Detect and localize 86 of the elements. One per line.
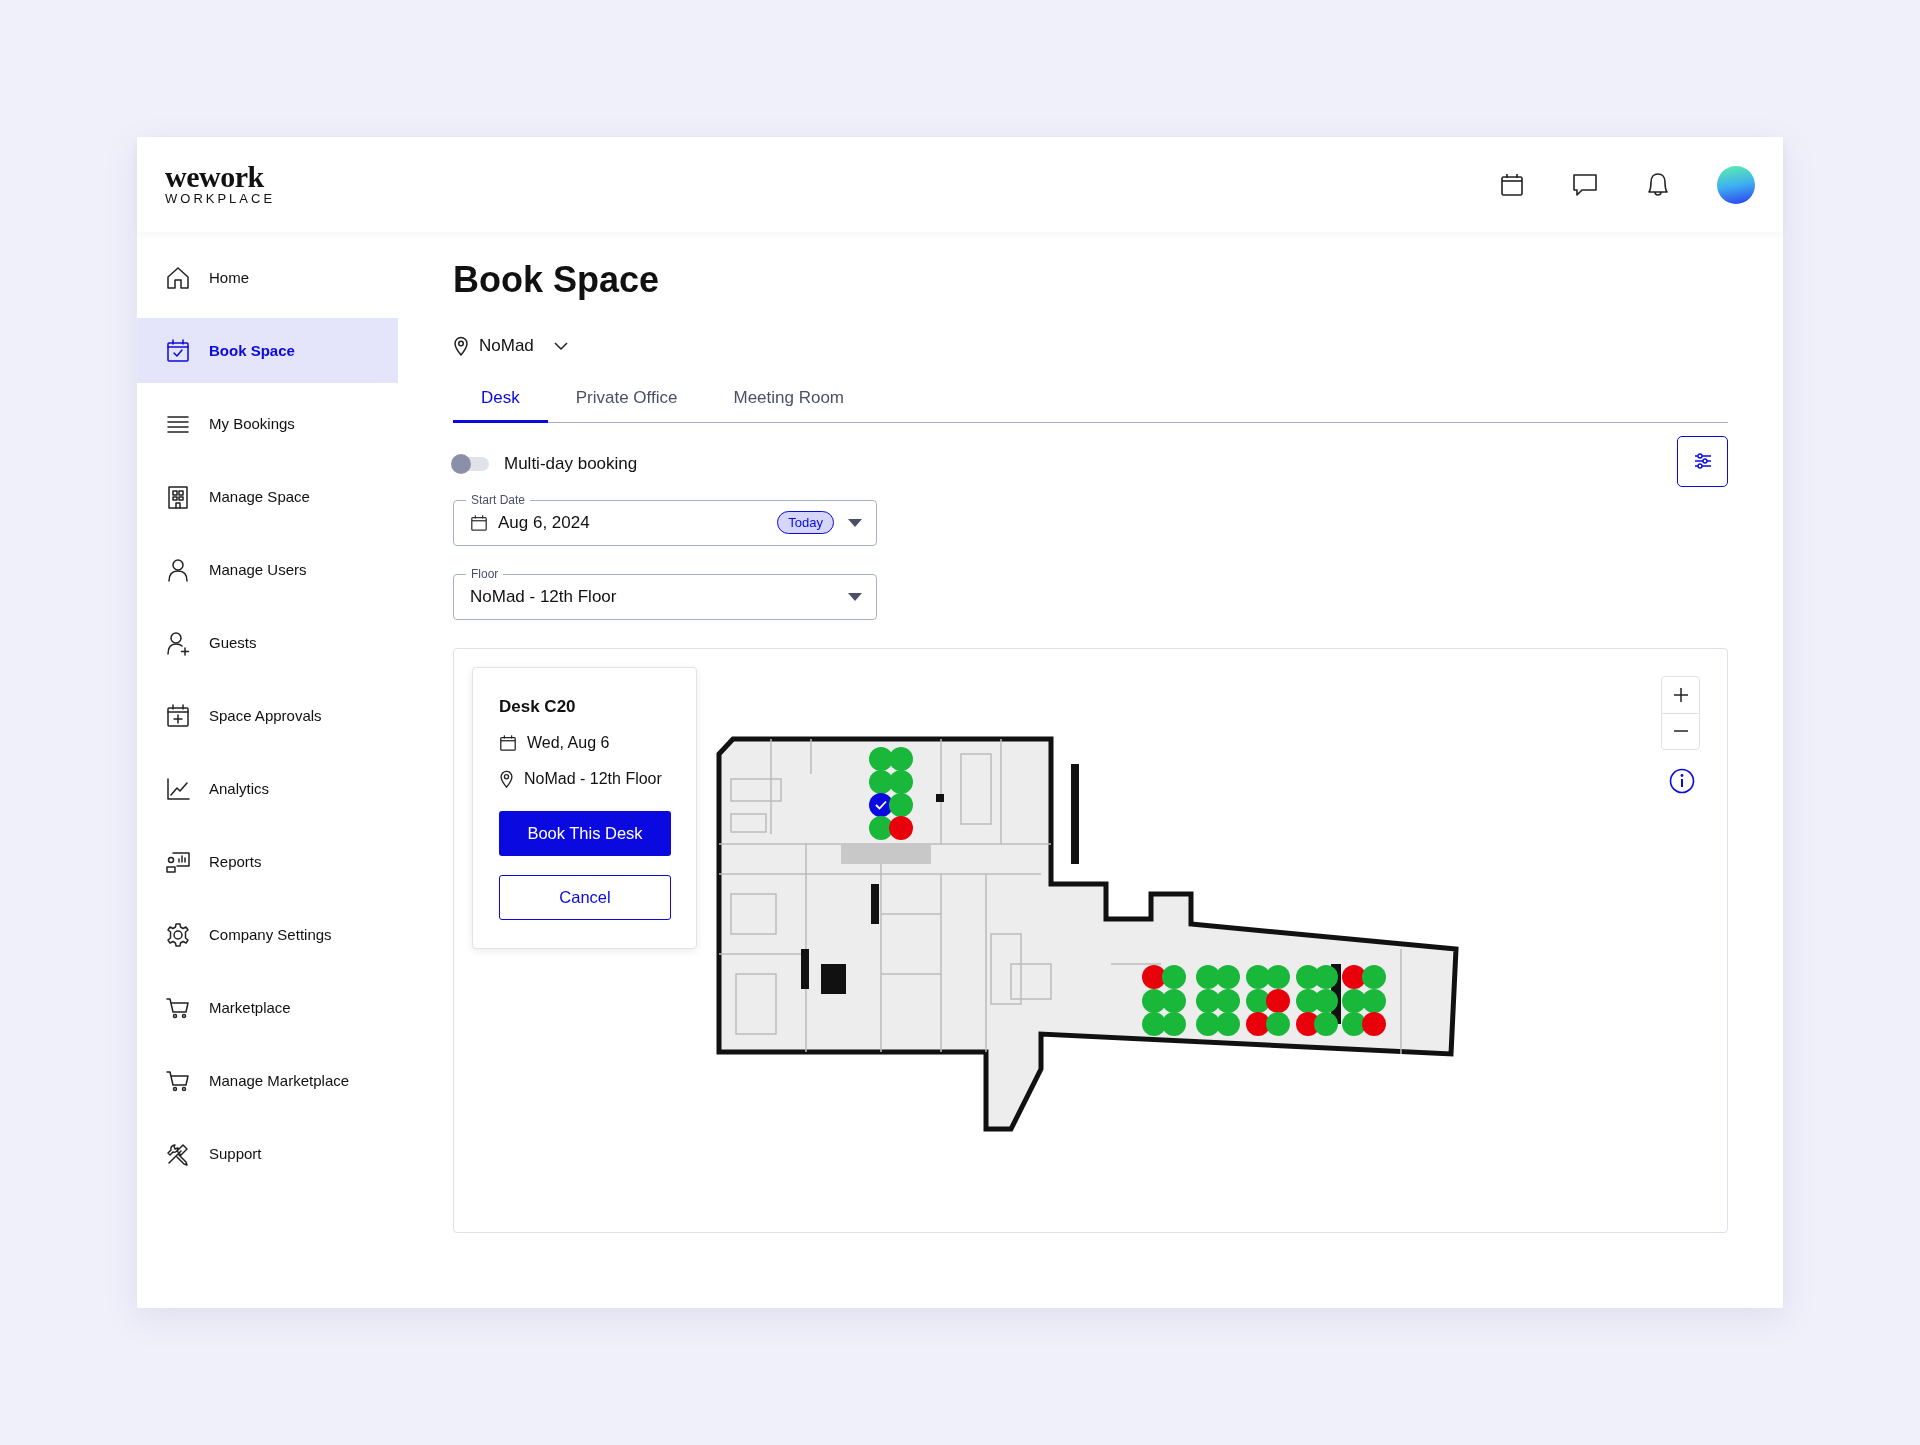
desk-marker[interactable] [1216, 964, 1240, 989]
desk-marker[interactable] [1266, 1011, 1290, 1036]
desk-marker[interactable] [1314, 988, 1338, 1013]
desk-marker[interactable] [1216, 988, 1240, 1013]
sidebar-item[interactable]: Manage Users [137, 537, 398, 602]
desk-marker[interactable] [1342, 988, 1366, 1013]
desk-marker[interactable] [1196, 964, 1220, 989]
line-chart-icon [165, 775, 191, 802]
avatar[interactable] [1717, 165, 1755, 204]
desk-marker[interactable] [1314, 1011, 1338, 1036]
book-desk-button[interactable]: Book This Desk [499, 810, 671, 856]
minus-icon [1672, 730, 1689, 732]
cancel-button[interactable]: Cancel [499, 874, 671, 920]
chevron-down-icon [553, 341, 568, 351]
sliders-icon [1693, 453, 1712, 469]
desk-marker[interactable] [1142, 1011, 1166, 1036]
desk-marker[interactable] [1162, 988, 1186, 1013]
booking-date: Wed, Aug 6 [527, 732, 610, 753]
logo-wordmark: wework [165, 162, 265, 191]
desk-marker[interactable] [1246, 1011, 1270, 1036]
sidebar-item[interactable]: Reports [137, 829, 398, 894]
sidebar-item[interactable]: Home [137, 245, 398, 310]
settings-icon [165, 921, 191, 948]
desk-marker[interactable] [1342, 1011, 1366, 1036]
today-badge: Today [777, 511, 834, 534]
location-pin-icon [499, 769, 514, 788]
calendar-icon [470, 513, 488, 532]
desk-marker[interactable] [889, 792, 913, 817]
sidebar-item[interactable]: Support [137, 1121, 398, 1186]
sidebar-item[interactable]: Manage Space [137, 464, 398, 529]
calendar-check-icon [165, 337, 191, 364]
location-dropdown[interactable]: NoMad [453, 334, 568, 358]
info-icon[interactable] [1669, 767, 1695, 794]
sidebar-item[interactable]: Space Approvals [137, 683, 398, 748]
desk-marker[interactable] [1216, 1011, 1240, 1036]
tab[interactable]: Desk [453, 378, 548, 423]
toggle-switch[interactable] [453, 456, 489, 471]
desk-marker[interactable] [889, 769, 913, 794]
sidebar-item[interactable]: Analytics [137, 756, 398, 821]
desk-marker[interactable] [1246, 964, 1270, 989]
dropdown-caret-icon [848, 518, 862, 527]
desk-name: Desk C20 [499, 695, 577, 718]
desk-marker[interactable] [869, 746, 893, 771]
desk-marker[interactable] [889, 815, 913, 840]
desk-marker[interactable] [1342, 964, 1366, 989]
toggle-label: Multi-day booking [504, 453, 638, 474]
sidebar-item[interactable]: Manage Marketplace [137, 1048, 398, 1113]
filter-button[interactable] [1677, 435, 1728, 487]
desk-marker[interactable] [1162, 964, 1186, 989]
desk-marker[interactable] [869, 769, 893, 794]
calendar-plus-icon [165, 702, 191, 729]
plus-icon [1672, 686, 1689, 703]
desk-marker[interactable] [1142, 964, 1166, 989]
chat-icon[interactable] [1571, 171, 1599, 198]
desk-marker[interactable] [869, 815, 893, 840]
calendar-icon [499, 733, 517, 752]
notification-bell-icon[interactable] [1645, 170, 1671, 199]
location-pin-icon [453, 336, 469, 356]
home-icon [165, 264, 191, 291]
desk-marker[interactable] [1246, 988, 1270, 1013]
tab[interactable]: Meeting Room [705, 378, 873, 423]
desk-marker[interactable] [889, 746, 913, 771]
sidebar-item[interactable]: Book Space [137, 318, 398, 383]
sidebar-item[interactable]: Company Settings [137, 902, 398, 967]
desk-marker[interactable] [1314, 964, 1338, 989]
building-icon [165, 483, 191, 510]
desk-marker[interactable] [1362, 1011, 1386, 1036]
desk-marker[interactable] [1196, 988, 1220, 1013]
desk-marker[interactable] [1362, 988, 1386, 1013]
desk-marker[interactable] [1196, 1011, 1220, 1036]
logo-subtitle: WORKPLACE [165, 190, 276, 207]
page-title: Book Space [453, 258, 661, 302]
desk-marker[interactable] [1162, 1011, 1186, 1036]
sidebar-item[interactable]: My Bookings [137, 391, 398, 456]
dropdown-caret-icon [848, 592, 862, 601]
desk-marker[interactable] [1362, 964, 1386, 989]
person-icon [165, 556, 191, 583]
person-plus-icon [165, 629, 191, 656]
desk-location: NoMad - 12th Floor [524, 768, 662, 789]
sidebar-item[interactable]: Marketplace [137, 975, 398, 1040]
tab[interactable]: Private Office [547, 378, 706, 423]
desk-marker[interactable] [1266, 988, 1290, 1013]
desk-marker[interactable] [1142, 988, 1166, 1013]
calendar-icon[interactable] [1499, 171, 1525, 198]
sidebar-item[interactable]: Guests [137, 610, 398, 675]
desk-marker[interactable] [1266, 964, 1290, 989]
